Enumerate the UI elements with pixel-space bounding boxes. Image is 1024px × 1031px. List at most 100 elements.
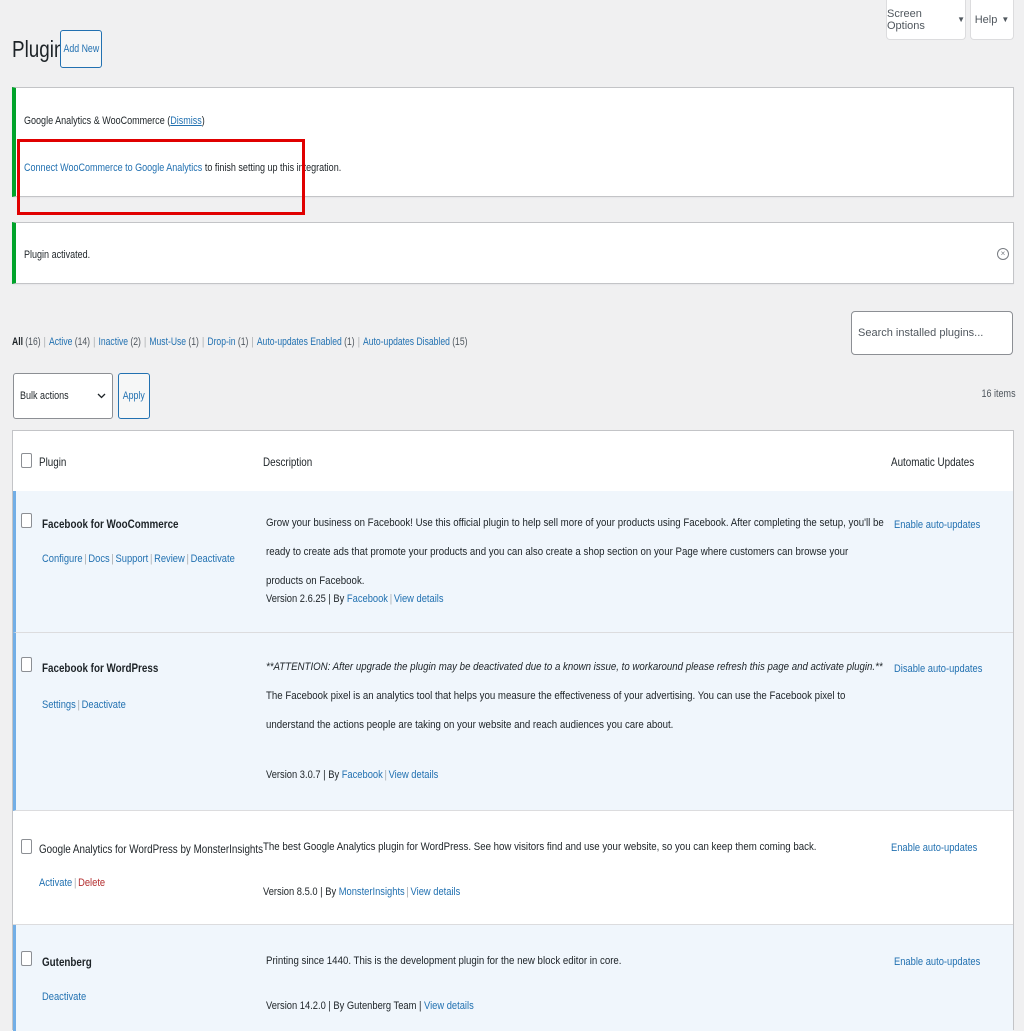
plugin-meta: Version 14.2.0 | By Gutenberg Team | Vie… — [266, 1000, 474, 1012]
author-link[interactable]: Facebook — [347, 593, 388, 605]
add-new-label: Add New — [63, 43, 99, 55]
author-link[interactable]: MonsterInsights — [339, 886, 405, 898]
table-header: Plugin Description Automatic Updates — [13, 431, 1013, 492]
ga-dismiss-link[interactable]: Dismiss — [170, 115, 202, 127]
filter-all[interactable]: All — [12, 336, 23, 348]
filter-count: (15) — [452, 336, 468, 348]
help-label: Help — [974, 13, 998, 26]
plugin-meta: Version 2.6.25 | By Facebook | View detail… — [266, 593, 444, 605]
filter-auto-updates-enabled[interactable]: Auto-updates Enabled — [257, 336, 342, 348]
filter-count: (14) — [74, 336, 91, 348]
row-actions: Deactivate — [42, 991, 86, 1003]
configure-link[interactable]: Configure — [42, 553, 83, 565]
row-actions: Settings | Deactivate — [42, 699, 126, 711]
search-plugins-input[interactable] — [851, 311, 1013, 355]
plugin-meta: Version 8.5.0 | By MonsterInsights | View … — [263, 886, 461, 898]
filter-separator: | — [144, 336, 147, 348]
filter-count: (1) — [237, 336, 249, 348]
ga-dismiss-close-paren: ) — [201, 115, 205, 127]
filter-active[interactable]: Active — [49, 336, 72, 348]
screen-options-tab[interactable]: Screen Options ▼ — [886, 0, 966, 40]
support-link[interactable]: Support — [116, 553, 149, 565]
plugin-description-text: The Facebook pixel is an analytics tool … — [266, 690, 846, 731]
view-details-link[interactable]: View details — [424, 1000, 474, 1012]
column-header-automatic-updates: Automatic Updates — [891, 455, 975, 469]
row-actions: Configure | Docs | Support | Review | Deactivate — [42, 553, 235, 565]
plugin-status-filters: All (16) | Active (14) | Inactive (2) | Must-Use(… — [12, 336, 467, 348]
apply-button[interactable]: Apply — [118, 373, 150, 419]
deactivate-link[interactable]: Deactivate — [82, 699, 126, 711]
view-details-link[interactable]: View details — [394, 593, 444, 605]
auto-update-toggle-link[interactable]: Disable auto-updates — [894, 663, 982, 675]
plugins-table: Plugin Description Automatic Updates Fac… — [12, 430, 1014, 1031]
table-row: Google Analytics for WordPress by Monste… — [13, 811, 1013, 925]
chevron-down-icon — [97, 393, 106, 399]
filter-separator: | — [43, 336, 46, 348]
filter-must-use[interactable]: Must-Use — [149, 336, 186, 348]
filter-separator: | — [202, 336, 205, 348]
apply-label: Apply — [122, 390, 146, 402]
help-tab[interactable]: Help ▼ — [970, 0, 1014, 40]
bulk-actions-select[interactable]: Bulk actions — [13, 373, 113, 419]
view-details-link[interactable]: View details — [389, 769, 439, 781]
activate-link[interactable]: Activate — [39, 877, 72, 889]
ga-notice-title-text: Google Analytics & WooCommerce — [24, 115, 165, 127]
select-all-checkbox[interactable] — [21, 453, 32, 468]
plugin-name: Facebook for WordPress — [42, 661, 159, 675]
plugin-description-text: The best Google Analytics plugin for Wor… — [263, 841, 817, 853]
plugin-description: The best Google Analytics plugin for Wor… — [263, 833, 888, 862]
docs-link[interactable]: Docs — [88, 553, 109, 565]
deactivate-link[interactable]: Deactivate — [191, 553, 235, 565]
plugin-activated-notice: Plugin activated. × — [12, 222, 1014, 284]
auto-update-toggle-link[interactable]: Enable auto-updates — [891, 842, 977, 854]
row-checkbox[interactable] — [21, 657, 32, 672]
plugin-version: Version 14.2.0 | By Gutenberg Team | — [266, 1000, 425, 1012]
bulk-actions-label: Bulk actions — [20, 390, 69, 402]
plugin-name: Gutenberg — [42, 955, 92, 969]
plugin-version: Version 8.5.0 | By — [263, 886, 339, 898]
plugin-description: Printing since 1440. This is the develop… — [266, 947, 891, 976]
plugin-description-text: Printing since 1440. This is the develop… — [266, 955, 622, 967]
settings-link[interactable]: Settings — [42, 699, 76, 711]
view-details-link[interactable]: View details — [411, 886, 461, 898]
filter-drop-in[interactable]: Drop-in — [207, 336, 235, 348]
filter-separator: | — [357, 336, 360, 348]
filter-separator: | — [251, 336, 254, 348]
author-link[interactable]: Facebook — [342, 769, 383, 781]
row-checkbox[interactable] — [21, 951, 32, 966]
row-checkbox[interactable] — [21, 513, 32, 528]
column-header-description: Description — [263, 455, 313, 469]
filter-inactive[interactable]: Inactive — [98, 336, 128, 348]
delete-link[interactable]: Delete — [78, 877, 105, 889]
plugin-version: Version 2.6.25 | By — [266, 593, 347, 605]
plugin-meta: Version 3.0.7 | By Facebook | View details — [266, 769, 439, 781]
auto-update-toggle-link[interactable]: Enable auto-updates — [894, 519, 980, 531]
plugin-name: Facebook for WooCommerce — [42, 517, 179, 531]
screen-options-label: Screen Options — [887, 7, 925, 32]
auto-update-toggle-link[interactable]: Enable auto-updates — [894, 956, 980, 968]
filter-count: (16) — [25, 336, 41, 348]
filter-count: (1) — [344, 336, 355, 348]
add-new-button[interactable]: Add New — [60, 30, 102, 68]
column-header-plugin: Plugin — [39, 455, 67, 469]
plugin-description: Grow your business on Facebook! Use this… — [266, 509, 891, 596]
row-actions: Activate | Delete — [39, 877, 106, 889]
items-count: 16 items — [981, 388, 1016, 400]
caret-down-icon: ▼ — [1001, 15, 1010, 24]
plugin-version: Version 3.0.7 | By — [266, 769, 342, 781]
caret-down-icon: ▼ — [957, 15, 965, 24]
dismiss-notice-icon[interactable]: × — [997, 248, 1009, 260]
review-link[interactable]: Review — [154, 553, 185, 565]
plugin-name: Google Analytics for WordPress by Monste… — [39, 842, 264, 856]
filter-auto-updates-disabled[interactable]: Auto-updates Disabled — [363, 336, 450, 348]
highlight-annotation-box — [17, 139, 305, 215]
plugin-description-text: Grow your business on Facebook! Use this… — [266, 517, 884, 587]
row-checkbox[interactable] — [21, 839, 32, 854]
plugin-activated-text: Plugin activated. — [24, 249, 91, 261]
ga-notice-title: Google Analytics & WooCommerce (Dismiss) — [24, 115, 205, 127]
table-row: Facebook for WordPress Settings | Deactiva… — [13, 633, 1013, 811]
table-row: Facebook for WooCommerce Configure | Docs |… — [13, 491, 1013, 633]
filter-separator: | — [93, 336, 96, 348]
deactivate-link[interactable]: Deactivate — [42, 991, 86, 1003]
plugin-description-attention: **ATTENTION: After upgrade the plugin ma… — [266, 661, 883, 673]
